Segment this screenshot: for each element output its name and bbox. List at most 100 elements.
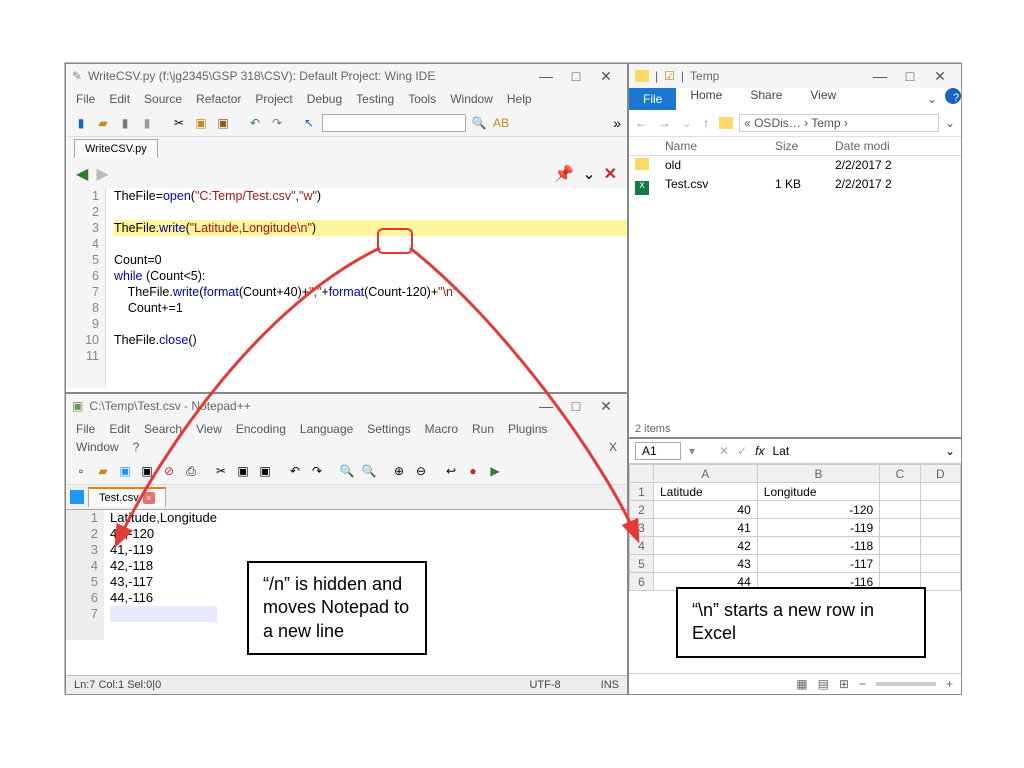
ide-editor[interactable]: 1234567891011 TheFile=open("C:Temp/Test.… — [66, 188, 627, 388]
menu-file[interactable]: File — [76, 92, 95, 106]
close-panel-icon[interactable]: ✕ — [604, 164, 617, 184]
cancel-icon[interactable]: ✕ — [719, 444, 729, 458]
file-row[interactable]: old2/2/2017 2 — [629, 156, 961, 175]
menu-debug[interactable]: Debug — [307, 92, 342, 106]
forward-button[interactable]: → — [658, 116, 674, 130]
menu-window[interactable]: Window — [76, 440, 119, 454]
paste-icon[interactable]: ▣ — [214, 114, 232, 132]
play-icon[interactable]: ▶ — [486, 462, 504, 480]
minimize-button[interactable]: — — [531, 68, 561, 84]
step-icon[interactable]: ▶ — [96, 164, 108, 184]
menu-settings[interactable]: Settings — [367, 422, 410, 436]
zoom-in-icon[interactable]: ⊕ — [390, 462, 408, 480]
help-icon[interactable]: ? — [945, 88, 961, 104]
zoom-out-icon[interactable]: − — [859, 677, 866, 691]
zoom-out-icon[interactable]: ⊖ — [412, 462, 430, 480]
menu-project[interactable]: Project — [255, 92, 292, 106]
cut-icon[interactable]: ✂ — [170, 114, 188, 132]
chevron-down-icon[interactable]: ⌄ — [945, 116, 955, 130]
col-size[interactable]: Size — [775, 139, 835, 153]
menu-?[interactable]: ? — [133, 440, 140, 454]
view-break-icon[interactable]: ⊞ — [839, 677, 849, 691]
chevron-down-icon[interactable]: ⌄ — [582, 164, 595, 184]
tab-close-icon[interactable]: × — [143, 492, 155, 504]
ide-tab[interactable]: WriteCSV.py — [74, 139, 158, 158]
menu-view[interactable]: View — [196, 422, 222, 436]
wrap-icon[interactable]: ↩ — [442, 462, 460, 480]
pin-icon[interactable]: 📌 — [554, 164, 574, 184]
ribbon-file-tab[interactable]: File — [629, 88, 676, 110]
file-row[interactable]: XTest.csv1 KB2/2/2017 2 — [629, 175, 961, 197]
menu-edit[interactable]: Edit — [109, 422, 130, 436]
menu-testing[interactable]: Testing — [356, 92, 394, 106]
maximize-button[interactable]: □ — [895, 68, 925, 84]
close-button[interactable]: ✕ — [591, 398, 621, 415]
redo-icon[interactable]: ↷ — [268, 114, 286, 132]
menu-refactor[interactable]: Refactor — [196, 92, 241, 106]
record-icon[interactable]: ● — [464, 462, 482, 480]
print-icon[interactable]: ⎙ — [182, 462, 200, 480]
maximize-button[interactable]: □ — [561, 68, 591, 84]
col-D[interactable]: D — [920, 465, 960, 483]
new-icon[interactable]: ▫ — [72, 462, 90, 480]
up-button[interactable]: ↑ — [703, 116, 713, 130]
pointer-icon[interactable]: ↖ — [300, 114, 318, 132]
accept-icon[interactable]: ✓ — [737, 444, 747, 458]
dropdown-icon[interactable]: ▾ — [689, 444, 695, 458]
ribbon-home[interactable]: Home — [676, 84, 736, 106]
zoom-in-icon[interactable]: + — [946, 677, 953, 691]
undo-icon[interactable]: ↶ — [286, 462, 304, 480]
fx-label[interactable]: fx — [755, 444, 764, 458]
col-A[interactable]: A — [654, 465, 758, 483]
cell-reference[interactable]: A1 — [635, 442, 681, 460]
copy-icon[interactable]: ▣ — [192, 114, 210, 132]
menu-help[interactable]: Help — [507, 92, 532, 106]
open-icon[interactable]: ▰ — [94, 462, 112, 480]
more-icon[interactable]: » — [613, 115, 621, 131]
close-file-icon[interactable]: ⊘ — [160, 462, 178, 480]
col-C[interactable]: C — [880, 465, 920, 483]
close-button[interactable]: ✕ — [925, 68, 955, 85]
col-name[interactable]: Name — [665, 139, 775, 153]
excel-grid[interactable]: ABCD 1LatitudeLongitude240-120341-119442… — [629, 464, 961, 591]
menu-file[interactable]: File — [76, 422, 95, 436]
save-icon[interactable]: ▣ — [116, 462, 134, 480]
chevron-down-icon[interactable]: ⌄ — [919, 88, 945, 110]
minimize-button[interactable]: — — [865, 68, 895, 84]
paste-icon[interactable]: ▣ — [256, 462, 274, 480]
search-icon[interactable]: 🔍 — [470, 114, 488, 132]
run-icon[interactable]: ◀ — [76, 164, 88, 184]
table-row[interactable]: 1LatitudeLongitude — [630, 483, 961, 501]
menu-language[interactable]: Language — [300, 422, 353, 436]
find-icon[interactable]: 🔍 — [338, 462, 356, 480]
menu-search[interactable]: Search — [144, 422, 182, 436]
menu-source[interactable]: Source — [144, 92, 182, 106]
close-button[interactable]: ✕ — [591, 68, 621, 85]
menu-macro[interactable]: Macro — [425, 422, 458, 436]
table-row[interactable]: 341-119 — [630, 519, 961, 537]
save-icon[interactable]: ▮ — [116, 114, 134, 132]
table-row[interactable]: 240-120 — [630, 501, 961, 519]
back-button[interactable]: ← — [635, 116, 651, 130]
col-B[interactable]: B — [757, 465, 879, 483]
ribbon-view[interactable]: View — [796, 84, 850, 106]
save-all-icon[interactable]: ▮ — [138, 114, 156, 132]
maximize-button[interactable]: □ — [561, 398, 591, 414]
new-file-icon[interactable]: ▮ — [72, 114, 90, 132]
copy-icon[interactable]: ▣ — [234, 462, 252, 480]
menu-edit[interactable]: Edit — [109, 92, 130, 106]
zoom-slider[interactable] — [876, 682, 936, 686]
redo-icon[interactable]: ↷ — [308, 462, 326, 480]
view-normal-icon[interactable]: ▦ — [796, 677, 807, 691]
open-folder-icon[interactable]: ▰ — [94, 114, 112, 132]
menu-encoding[interactable]: Encoding — [236, 422, 286, 436]
formula-value[interactable]: Lat — [773, 444, 937, 458]
close-doc-icon[interactable]: X — [609, 440, 617, 454]
table-row[interactable]: 442-118 — [630, 537, 961, 555]
table-row[interactable]: 543-117 — [630, 555, 961, 573]
save-all-icon[interactable]: ▣ — [138, 462, 156, 480]
menu-tools[interactable]: Tools — [408, 92, 436, 106]
cut-icon[interactable]: ✂ — [212, 462, 230, 480]
npp-tab[interactable]: Test.csv× — [88, 487, 166, 507]
view-layout-icon[interactable]: ▤ — [818, 677, 829, 691]
